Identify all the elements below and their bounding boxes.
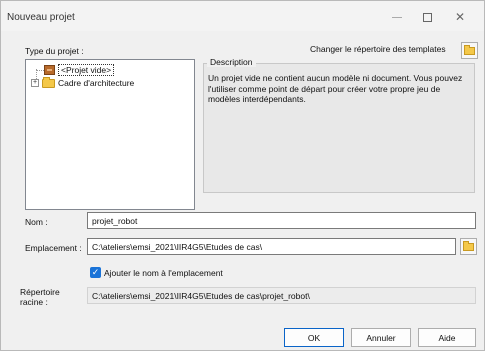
check-icon: ✓ [91, 267, 100, 277]
close-icon: ✕ [454, 10, 466, 24]
minimize-button[interactable] [380, 7, 414, 27]
title-bar: Nouveau projet ✕ [1, 1, 484, 31]
expand-icon[interactable]: + [31, 79, 39, 87]
folder-icon [42, 76, 55, 88]
name-input[interactable]: projet_robot [87, 212, 476, 229]
root-dir-label: Répertoire racine : [20, 287, 60, 307]
tree-item-label: Cadre d'architecture [58, 78, 135, 88]
minimize-icon [392, 16, 402, 18]
description-legend: Description [207, 57, 256, 67]
description-text: Un projet vide ne contient aucun modèle … [208, 73, 463, 104]
ok-button-label: OK [307, 332, 321, 343]
name-value: projet_robot [92, 215, 138, 226]
project-type-label: Type du projet : [25, 46, 84, 56]
tree-item-architecture-framework[interactable]: + Cadre d'architecture [31, 76, 135, 89]
browse-location-button[interactable] [460, 238, 477, 255]
change-templates-label: Changer le répertoire des templates [310, 44, 446, 54]
change-templates-button[interactable] [461, 42, 478, 59]
folder-icon [463, 240, 474, 251]
folder-icon [464, 44, 475, 55]
add-name-label: Ajouter le nom à l'emplacement [104, 268, 223, 278]
cancel-button[interactable]: Annuler [351, 328, 411, 347]
tree-item-label: <Projet vide> [58, 64, 115, 76]
help-button[interactable]: Aide [418, 328, 476, 347]
project-type-tree[interactable]: <Projet vide> + Cadre d'architecture [25, 59, 195, 210]
location-value: C:\ateliers\emsi_2021\IIR4G5\Etudes de c… [92, 241, 263, 252]
location-label: Emplacement : [25, 243, 82, 253]
root-dir-field: C:\ateliers\emsi_2021\IIR4G5\Etudes de c… [87, 287, 476, 304]
ok-button[interactable]: OK [284, 328, 344, 347]
box-icon [44, 65, 55, 75]
cancel-button-label: Annuler [366, 332, 396, 343]
maximize-button[interactable] [410, 7, 444, 27]
root-dir-value: C:\ateliers\emsi_2021\IIR4G5\Etudes de c… [92, 290, 310, 301]
new-project-dialog: Nouveau projet ✕ Type du projet : Change… [0, 0, 485, 351]
tree-item-empty-project[interactable]: <Projet vide> [44, 64, 115, 76]
close-button[interactable]: ✕ [443, 7, 477, 27]
help-button-label: Aide [438, 332, 456, 343]
tree-connector [36, 70, 44, 71]
location-input[interactable]: C:\ateliers\emsi_2021\IIR4G5\Etudes de c… [87, 238, 456, 255]
maximize-icon [422, 12, 432, 22]
add-name-checkbox[interactable]: ✓ [90, 267, 101, 278]
window-title: Nouveau projet [7, 12, 75, 23]
name-label: Nom : [25, 217, 48, 227]
